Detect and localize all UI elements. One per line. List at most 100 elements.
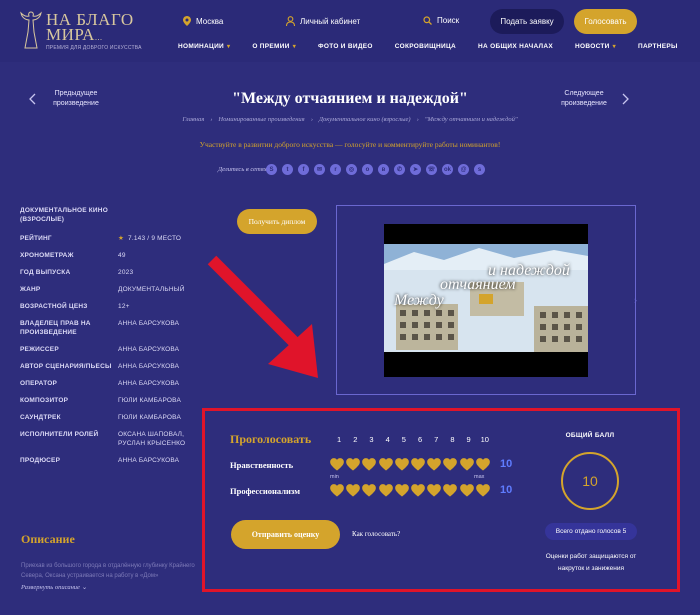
description-text: Приехав из большого города в отдалённую … <box>21 563 195 579</box>
total-score-label: ОБЩИЙ БАЛЛ <box>565 432 615 439</box>
chevron-left-icon[interactable] <box>26 92 40 106</box>
heart-icon[interactable] <box>443 458 458 471</box>
nav-item-general[interactable]: НА ОБЩИХ НАЧАЛАХ <box>478 43 553 50</box>
heart-icon[interactable] <box>411 458 425 471</box>
heart-icon[interactable] <box>459 458 474 471</box>
info-value: ★ 7.143 / 9 МЕСТО <box>118 234 210 243</box>
nav-item-nominations[interactable]: НОМИНАЦИИ ▾ <box>178 43 230 50</box>
chevron-right-icon[interactable] <box>618 92 632 106</box>
criterion-morality-hearts[interactable] <box>330 458 492 471</box>
info-key: РЕЙТИНГ <box>20 235 52 242</box>
main-nav: НОМИНАЦИИ ▾ О ПРЕМИИ ▾ ФОТО И ВИДЕО СОКРОВ… <box>178 43 700 50</box>
logo-title[interactable]: НА БЛАГО МИРА... <box>46 11 134 45</box>
info-value-text: ОКСАНА ШАПОВАЛ, РУСЛАН КРЫСЕНКО <box>118 431 186 447</box>
info-row: ХРОНОМЕТРАЖ 49 <box>20 251 210 260</box>
heart-icon[interactable] <box>427 484 442 497</box>
category-label: ДОКУМЕНТАЛЬНОЕ КИНО (ВЗРОСЛЫЕ) <box>20 207 108 223</box>
heart-icon[interactable] <box>362 484 377 497</box>
mail-icon[interactable]: @ <box>458 164 469 175</box>
info-row: ВЛАДЕЛЕЦ ПРАВ НА ПРОИЗВЕДЕНИЕ АННА БАРСУК… <box>20 319 210 337</box>
expand-description-link[interactable]: Развернуть описание ⌄ <box>21 583 87 591</box>
myworld-icon[interactable]: ◎ <box>346 164 357 175</box>
breadcrumb-home[interactable]: Главная <box>182 116 204 123</box>
how-to-vote-link[interactable]: Как голосовать? <box>352 530 400 538</box>
logo-line2: МИРА <box>46 25 95 44</box>
scale-number: 10 <box>480 435 489 444</box>
reddit-icon[interactable]: r <box>330 164 341 175</box>
heart-icon[interactable] <box>394 458 409 471</box>
heart-icon[interactable] <box>394 484 409 497</box>
info-value: АННА БАРСУКОВА <box>118 319 210 337</box>
heart-icon[interactable] <box>443 484 458 497</box>
scale-number: 3 <box>369 435 374 444</box>
logo-statue-icon[interactable] <box>20 10 42 50</box>
video-next-arrow-icon[interactable]: › <box>634 295 637 305</box>
total-score-circle: 10 <box>561 452 619 510</box>
whatsapp-icon[interactable]: ✆ <box>394 164 405 175</box>
info-value: 49 <box>118 251 210 260</box>
nav-item-treasury[interactable]: СОКРОВИЩНИЦА <box>395 43 456 50</box>
info-row: АВТОР СЦЕНАРИЯ/ПЬЕСЫ АННА БАРСУКОВА <box>20 362 210 371</box>
heart-icon[interactable] <box>330 484 344 497</box>
nav-item-partners[interactable]: ПАРТНЕРЫ <box>638 43 678 50</box>
criterion-morality-score: 10 <box>500 458 513 470</box>
heart-icon[interactable] <box>475 484 490 497</box>
scale-number: 2 <box>353 435 358 444</box>
heart-icon[interactable] <box>330 458 344 471</box>
telegram-icon[interactable]: ➤ <box>410 164 421 175</box>
city-selector[interactable]: Москва <box>183 16 223 26</box>
info-row: РЕЖИССЕР АННА БАРСУКОВА <box>20 345 210 354</box>
info-row: ИСПОЛНИТЕЛИ РОЛЕЙ ОКСАНА ШАПОВАЛ, РУСЛАН … <box>20 430 210 448</box>
nav-item-news[interactable]: НОВОСТИ ▾ <box>575 43 616 50</box>
heart-icon[interactable] <box>378 458 393 471</box>
info-value: АННА БАРСУКОВА <box>118 456 210 465</box>
criterion-professionalism-hearts[interactable] <box>330 484 492 497</box>
info-key: ИСПОЛНИТЕЛИ РОЛЕЙ <box>20 431 99 438</box>
breadcrumb-current: "Между отчаянием и надеждой" <box>424 116 518 123</box>
vk-messenger-icon[interactable]: ✉ <box>314 164 325 175</box>
info-key: ПРОДЮСЕР <box>20 457 61 464</box>
viber-icon[interactable]: ☏ <box>426 164 437 175</box>
info-row: КОМПОЗИТОР ГЮЛИ КАМБАРОВА <box>20 396 210 405</box>
personal-cabinet-link[interactable]: Личный кабинет <box>286 16 360 26</box>
heart-icon[interactable] <box>475 458 490 471</box>
next-work-link[interactable]: Следующее произведение <box>556 89 612 109</box>
chevron-down-icon: ⌄ <box>81 584 88 591</box>
vk-icon[interactable]: в <box>378 164 389 175</box>
odnoklassniki-icon[interactable]: о <box>362 164 373 175</box>
info-value-text: АННА БАРСУКОВА <box>118 457 180 464</box>
breadcrumb-nominated[interactable]: Номинированные произведения <box>218 116 304 123</box>
twitter-icon[interactable]: t <box>282 164 293 175</box>
prev-work-link[interactable]: Предыдущее произведение <box>48 89 104 109</box>
video-player[interactable]: и надеждой отчаянием Между <box>384 224 588 377</box>
ok-icon[interactable]: ok <box>442 164 453 175</box>
logo-subtitle: ПРЕМИЯ ДЛЯ ДОБРОГО ИСКУССТВА <box>46 45 142 51</box>
nav-item-about[interactable]: О ПРЕМИИ ▾ <box>252 43 296 50</box>
heart-icon[interactable] <box>378 484 393 497</box>
header-vote-button[interactable]: Голосовать <box>574 9 637 34</box>
nav-item-photo-video[interactable]: ФОТО И ВИДЕО <box>318 43 373 50</box>
submit-application-button[interactable]: Подать заявку <box>490 9 564 34</box>
info-value-text: 7.143 / 9 МЕСТО <box>128 235 182 242</box>
city-label: Москва <box>196 16 224 26</box>
search-link[interactable]: Поиск <box>423 16 459 25</box>
user-icon <box>286 16 295 26</box>
criterion-professionalism-label: Профессионализм <box>230 486 301 496</box>
chevron-down-icon: ▾ <box>292 44 297 50</box>
info-value: 2023 <box>118 268 210 277</box>
heart-icon[interactable] <box>427 458 442 471</box>
send-rating-button[interactable]: Отправить оценку <box>231 520 340 549</box>
get-diploma-button[interactable]: Получить диплом <box>237 209 317 234</box>
breadcrumb-category[interactable]: Документальное кино (взрослые) <box>319 116 411 123</box>
heart-icon[interactable] <box>411 484 425 497</box>
share-icons: St f ✉ r ◎ о в ✆ ➤ ☏ ok @ s <box>266 164 485 175</box>
heart-icon[interactable] <box>362 458 377 471</box>
breadcrumb-separator: › <box>210 116 213 123</box>
heart-icon[interactable] <box>346 484 361 497</box>
heart-icon[interactable] <box>459 484 474 497</box>
facebook-icon[interactable]: f <box>298 164 309 175</box>
info-value-text: 2023 <box>118 269 134 276</box>
skype-alt-icon[interactable]: s <box>474 164 485 175</box>
skype-icon[interactable]: S <box>266 164 277 175</box>
heart-icon[interactable] <box>346 458 361 471</box>
